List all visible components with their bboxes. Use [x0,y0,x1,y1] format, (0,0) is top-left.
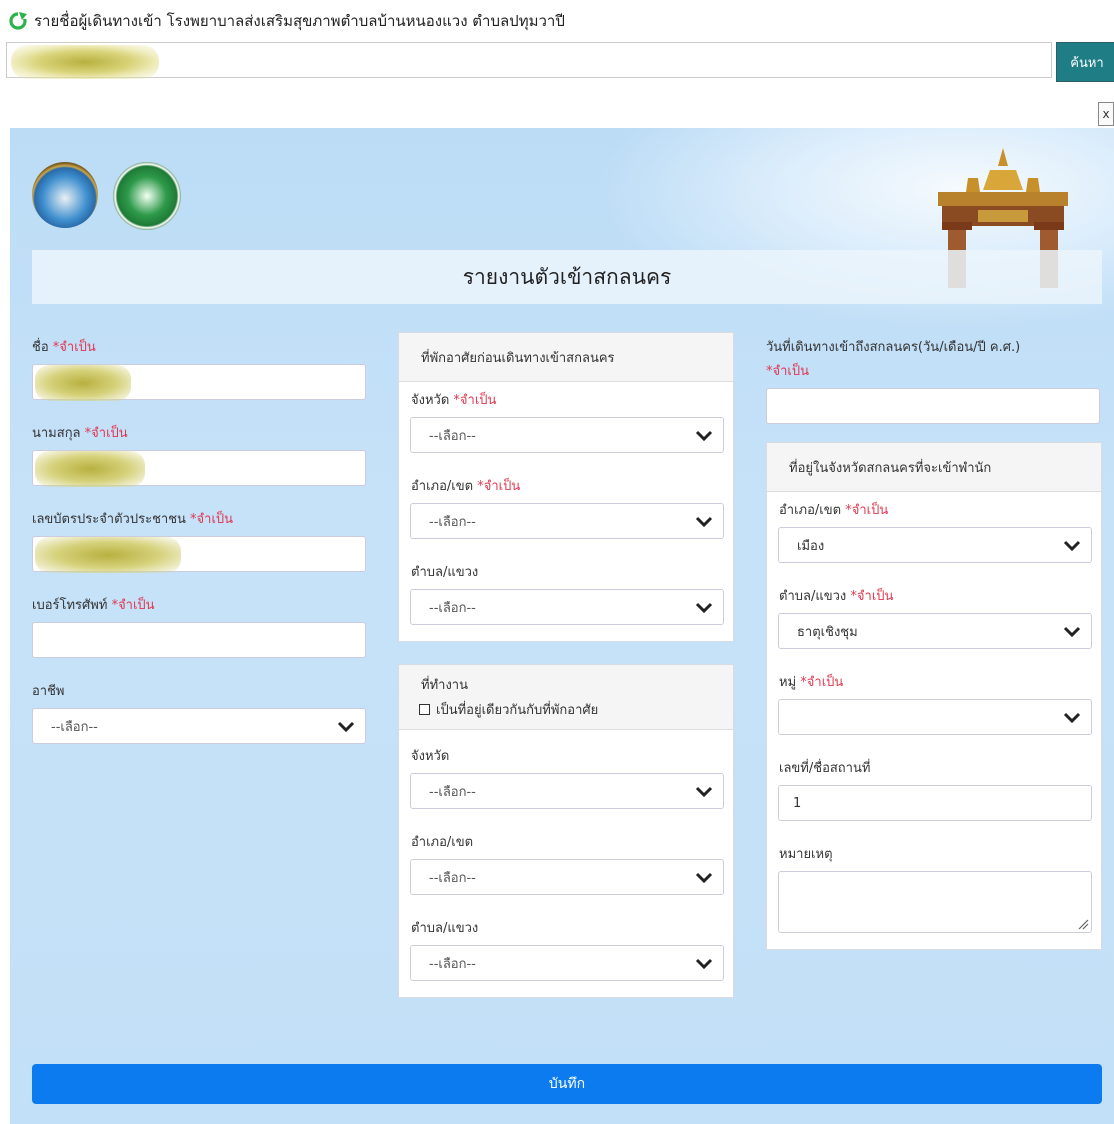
house-no-label: เลขที่/ชื่อสถานที่ [779,761,871,776]
chevron-down-icon [1063,712,1081,724]
sakon-card-title: ที่อยู่ในจังหวัดสกลนครที่จะเข้าพำนัก [767,443,1101,492]
phone-label: เบอร์โทรศัพท์ *จำเป็น [32,598,155,613]
chevron-down-icon [695,602,713,614]
residence-subdistrict-select[interactable]: --เลือก-- [410,589,724,625]
occupation-select[interactable]: --เลือก-- [32,708,366,744]
select-value: ธาตุเชิงชุม [797,624,858,640]
select-value: เมือง [797,538,825,554]
work-district-select[interactable]: --เลือก-- [410,859,724,895]
blurred-value [35,365,131,401]
search-input[interactable] [6,42,1052,79]
residence-province-select[interactable]: --เลือก-- [410,417,724,453]
residence-district-label: อำเภอ/เขต *จำเป็น [411,479,521,494]
residence-province-label: จังหวัด *จำเป็น [411,393,497,408]
remark-label: หมายเหตุ [779,847,833,862]
remark-textarea[interactable] [778,871,1092,933]
blurred-value [35,537,181,573]
phone-field[interactable] [32,622,366,658]
sakon-subdistrict-select[interactable]: ธาตุเชิงชุม [778,613,1092,649]
occupation-label: อาชีพ [32,684,65,699]
travel-date-required: *จำเป็น [766,364,809,379]
work-card-header: ที่ทำงาน เป็นที่อยู่เดียวกันกับที่พักอาศ… [399,665,733,730]
form-heading: รายงานตัวเข้าสกลนคร [32,250,1102,304]
residence-district-select[interactable]: --เลือก-- [410,503,724,539]
select-value: --เลือก-- [429,784,476,800]
id-card-field[interactable] [32,536,366,573]
first-name-label: ชื่อ *จำเป็น [32,340,96,355]
select-value: --เลือก-- [429,956,476,972]
same-address-option[interactable]: เป็นที่อยู่เดียวกันกับที่พักอาศัย [419,699,598,720]
search-bar: ค้นหา [6,42,1114,82]
work-card-title: ที่ทำงาน [421,678,468,693]
resize-handle-icon[interactable] [1077,918,1089,930]
sakon-subdistrict-label: ตำบล/แขวง *จำเป็น [779,589,894,604]
house-no-field[interactable]: 1 [778,785,1092,821]
chevron-down-icon [337,721,355,733]
residence-subdistrict-label: ตำบล/แขวง [411,565,479,580]
sakon-district-select[interactable]: เมือง [778,527,1092,563]
residence-card-title: ที่พักอาศัยก่อนเดินทางเข้าสกลนคร [399,333,733,382]
first-name-field[interactable] [32,364,366,401]
blurred-search-value [11,45,159,79]
select-value: --เลือก-- [429,870,476,886]
travel-date-field[interactable] [766,388,1100,424]
select-value: --เลือก-- [51,719,98,735]
chevron-down-icon [1063,540,1081,552]
chevron-down-icon [695,872,713,884]
form-panel: รายงานตัวเข้าสกลนคร ชื่อ *จำเป็น นามสกุล… [10,128,1114,1124]
sakon-district-label: อำเภอ/เขต *จำเป็น [779,503,889,518]
id-card-label: เลขบัตรประจำตัวประชาชน *จำเป็น [32,512,234,527]
work-province-select[interactable]: --เลือก-- [410,773,724,809]
chevron-down-icon [695,430,713,442]
sakon-address-card: ที่อยู่ในจังหวัดสกลนครที่จะเข้าพำนัก อำเ… [766,442,1102,950]
page-title-row: รายชื่อผู้เดินทางเข้า โรงพยาบาลส่งเสริมส… [8,8,565,34]
chevron-down-icon [695,958,713,970]
select-value: --เลือก-- [429,428,476,444]
close-button[interactable]: x [1098,102,1114,126]
blurred-value [35,451,145,487]
work-district-label: อำเภอ/เขต [411,835,474,850]
same-address-label: เป็นที่อยู่เดียวกันกับที่พักอาศัย [436,703,599,718]
ministry-of-health-logo [113,162,181,230]
work-subdistrict-select[interactable]: --เลือก-- [410,945,724,981]
last-name-label: นามสกุล *จำเป็น [32,426,128,441]
work-card: ที่ทำงาน เป็นที่อยู่เดียวกันกับที่พักอาศ… [398,664,734,998]
village-label: หมู่ *จำเป็น [779,675,844,690]
chevron-down-icon [695,516,713,528]
village-select[interactable] [778,699,1092,735]
chevron-down-icon [1063,626,1081,638]
travel-date-label: วันที่เดินทางเข้าถึงสกลนคร(วัน/เดือน/ปี … [766,340,1021,355]
work-province-label: จังหวัด [411,749,450,764]
search-button[interactable]: ค้นหา [1056,42,1114,82]
last-name-field[interactable] [32,450,366,487]
same-address-checkbox[interactable] [419,704,430,715]
residence-card: ที่พักอาศัยก่อนเดินทางเข้าสกลนคร จังหวัด… [398,332,734,642]
save-button[interactable]: บันทึก [32,1064,1102,1104]
province-seal-logo [32,162,98,228]
page-title: รายชื่อผู้เดินทางเข้า โรงพยาบาลส่งเสริมส… [34,12,565,30]
house-no-value: 1 [793,795,802,811]
select-value: --เลือก-- [429,600,476,616]
chevron-down-icon [695,786,713,798]
work-subdistrict-label: ตำบล/แขวง [411,921,479,936]
select-value: --เลือก-- [429,514,476,530]
refresh-icon[interactable] [8,11,28,31]
